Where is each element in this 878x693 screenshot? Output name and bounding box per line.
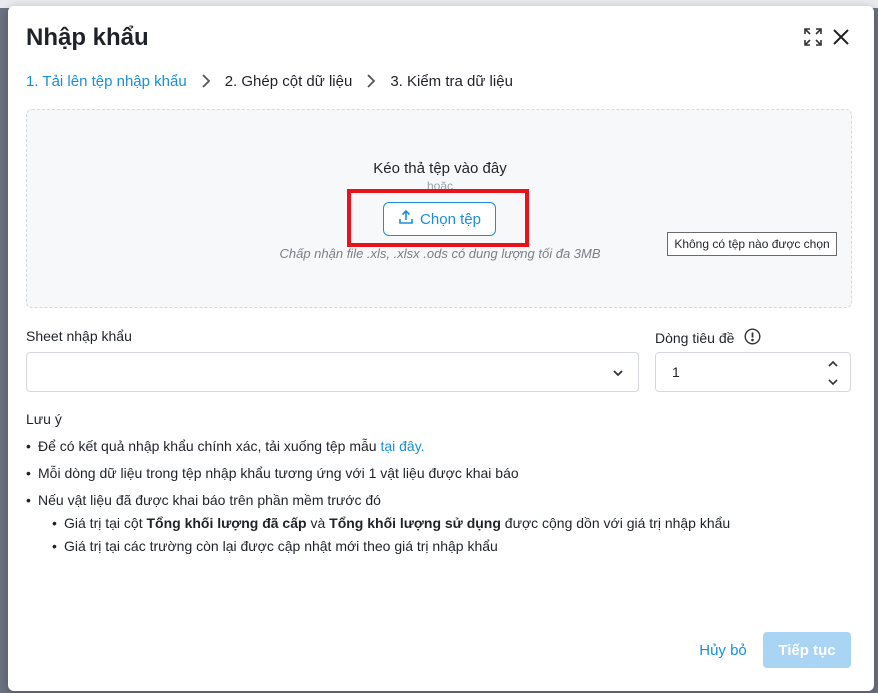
header-row-input[interactable]: 1 xyxy=(655,352,851,392)
chevron-down-icon xyxy=(610,365,626,381)
choose-file-label: Chọn tệp xyxy=(420,210,481,228)
stepper: 1. Tải lên tệp nhập khẩu 2. Ghép cột dữ … xyxy=(26,70,513,92)
step-upload[interactable]: 1. Tải lên tệp nhập khẩu xyxy=(26,73,187,90)
choose-file-button[interactable]: Chọn tệp xyxy=(383,202,496,236)
expand-icon[interactable] xyxy=(802,26,824,48)
header-row-value: 1 xyxy=(672,364,680,380)
step-verify-data[interactable]: 3. Kiểm tra dữ liệu xyxy=(390,73,513,90)
note-subitem: • Giá trị tại cột Tổng khối lượng đã cấp … xyxy=(52,515,731,531)
chevron-right-icon xyxy=(194,70,218,92)
notes-title: Lưu ý xyxy=(26,411,62,427)
header-row-label: Dòng tiêu đề xyxy=(655,328,761,348)
dropzone-title: Kéo thả tệp vào đây xyxy=(373,160,507,177)
chevron-up-icon[interactable] xyxy=(826,358,840,370)
chevron-down-icon[interactable] xyxy=(826,376,840,388)
note-subitem: • Giá trị tại các trường còn lại được cập… xyxy=(52,538,498,554)
close-icon[interactable] xyxy=(830,26,852,48)
note-item: • Nếu vật liệu đã được khai báo trên phần… xyxy=(26,492,381,508)
number-stepper[interactable] xyxy=(826,358,840,388)
note-item: • Để có kết quả nhập khẩu chính xác, tải … xyxy=(26,438,425,454)
sheet-label: Sheet nhập khẩu xyxy=(26,328,132,344)
chevron-right-icon xyxy=(359,70,383,92)
cancel-button[interactable]: Hủy bỏ xyxy=(688,632,758,668)
dropzone-or: hoặc xyxy=(426,179,454,193)
next-button[interactable]: Tiếp tục xyxy=(763,632,851,668)
upload-icon xyxy=(398,209,414,229)
info-icon[interactable] xyxy=(744,328,761,348)
file-dropzone[interactable]: Kéo thả tệp vào đây hoặc Chọn tệp Chấp n… xyxy=(26,109,852,308)
note-item: • Mỗi dòng dữ liệu trong tệp nhập khẩu tư… xyxy=(26,465,519,481)
file-status-tooltip: Không có tệp nào được chọn xyxy=(667,232,837,256)
step-map-columns[interactable]: 2. Ghép cột dữ liệu xyxy=(225,73,353,90)
modal-title: Nhập khẩu xyxy=(26,24,149,51)
import-modal: Nhập khẩu 1. Tải lên tệp nhập khẩu 2. Gh… xyxy=(8,6,874,691)
sheet-select[interactable] xyxy=(26,352,639,392)
download-template-link[interactable]: tại đây. xyxy=(380,438,424,454)
